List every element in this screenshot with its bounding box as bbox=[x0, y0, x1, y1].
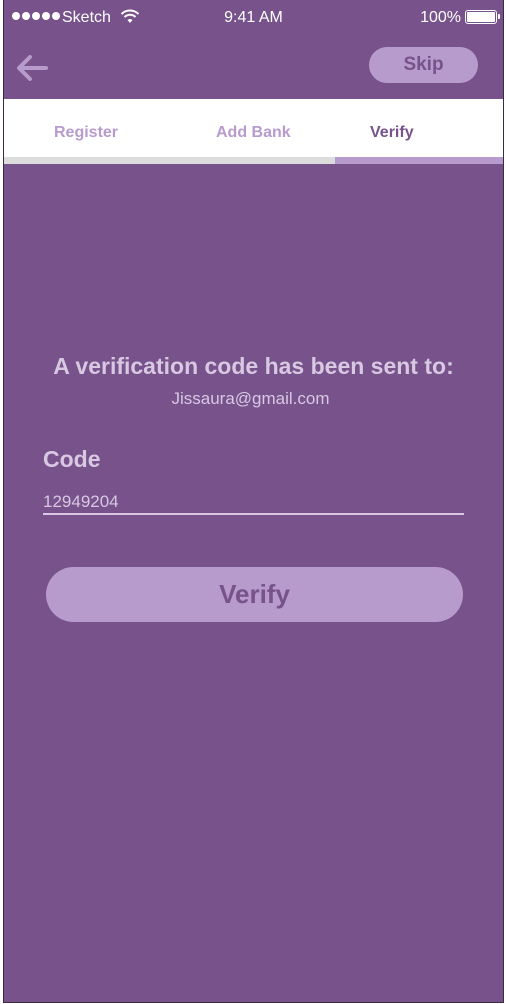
tab-add-bank[interactable]: Add Bank bbox=[216, 124, 291, 142]
frame-border-right bbox=[503, 0, 504, 1003]
skip-button[interactable]: Skip bbox=[369, 47, 478, 83]
frame-border-bottom bbox=[3, 1002, 504, 1003]
tab-register[interactable]: Register bbox=[54, 124, 118, 142]
status-bar: Sketch 9:41 AM 100% bbox=[4, 0, 503, 36]
tab-verify[interactable]: Verify bbox=[370, 124, 414, 142]
verification-headline: A verification code has been sent to: bbox=[53, 353, 454, 379]
step-tab-bar: Register Add Bank Verify bbox=[4, 99, 503, 157]
battery-icon bbox=[465, 10, 500, 24]
code-input[interactable] bbox=[43, 493, 464, 515]
recipient-email: Jissaura@gmail.com bbox=[171, 389, 330, 408]
verify-button[interactable]: Verify bbox=[46, 567, 463, 622]
back-arrow-icon[interactable] bbox=[14, 50, 52, 86]
code-label: Code bbox=[43, 446, 101, 472]
step-progress-indicator bbox=[335, 157, 503, 164]
battery-percent: 100% bbox=[420, 9, 461, 26]
app-screen: Sketch 9:41 AM 100% Skip Register Add Ba… bbox=[4, 0, 503, 1002]
